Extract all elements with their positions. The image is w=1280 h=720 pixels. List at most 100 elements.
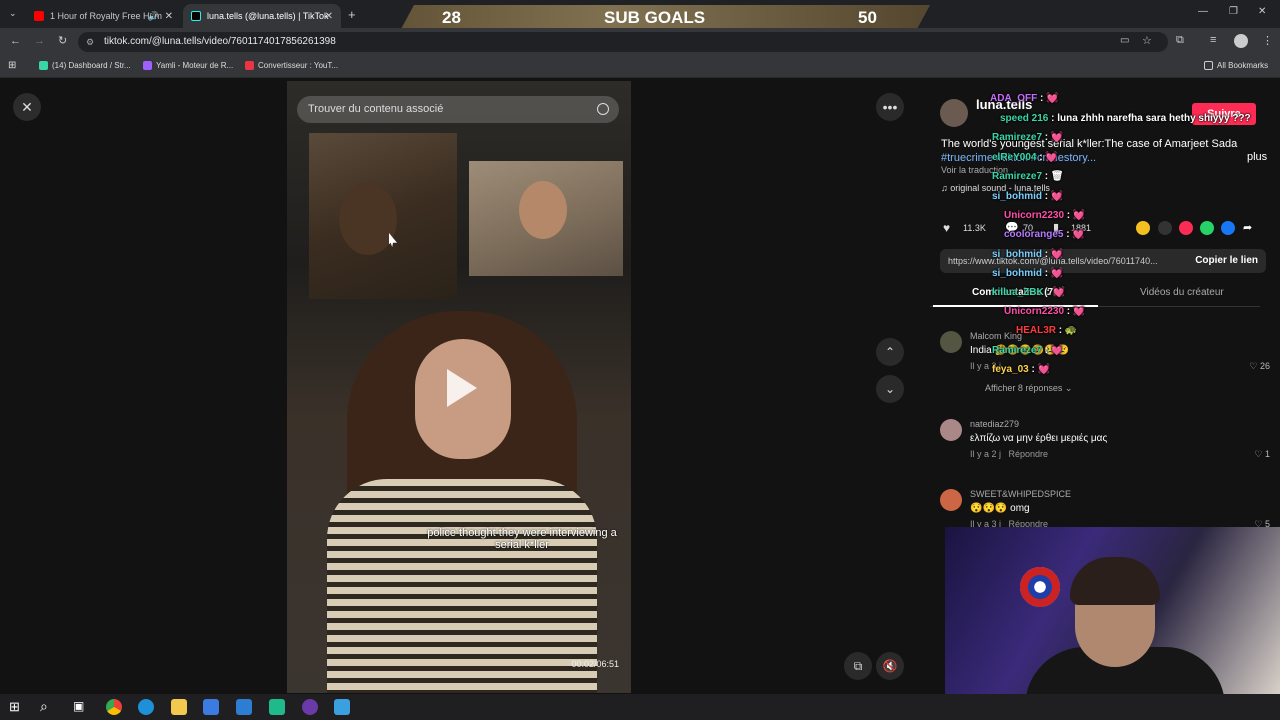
edge-icon[interactable] — [138, 699, 154, 715]
boy-face — [339, 183, 397, 255]
address-bar-row: ← → ↻ ⚙ tiktok.com/@luna.tells/video/760… — [0, 28, 1280, 56]
picture-in-picture-icon[interactable]: ⧉ — [844, 652, 872, 680]
apps-grid-icon[interactable]: ⊞ — [8, 60, 16, 71]
extensions-icon[interactable]: ⧉ — [1176, 34, 1184, 47]
music-note-icon: ♫ — [941, 183, 951, 193]
chat-separator: : — [1042, 345, 1051, 356]
store-icon[interactable] — [203, 699, 219, 715]
comment-user[interactable]: SWEET&WHIPEDSPICE — [970, 489, 1071, 499]
previous-video-icon[interactable]: ⌃ — [876, 338, 904, 366]
avatar[interactable] — [940, 489, 962, 511]
search-icon[interactable] — [597, 103, 609, 115]
task-view-icon[interactable]: ▣ — [73, 699, 84, 713]
avatar[interactable] — [940, 331, 962, 353]
creator-avatar[interactable] — [940, 99, 968, 127]
chat-user: si_bohmid — [992, 191, 1043, 202]
app-icon[interactable] — [334, 699, 350, 715]
comment-user[interactable]: natediaz279 — [970, 419, 1019, 429]
chat-message: ADA_OFF : 💓 — [990, 93, 1059, 104]
windows-start-icon[interactable]: ⊞ — [9, 699, 20, 715]
app-icon[interactable] — [269, 699, 285, 715]
chat-text: 🐢 — [1064, 325, 1078, 336]
minimize-icon[interactable]: — — [1198, 6, 1208, 17]
chat-separator: : — [1064, 210, 1073, 221]
chat-text: 💓 — [1050, 132, 1064, 143]
site-info-icon[interactable]: ⚙ — [86, 32, 94, 52]
chat-user: killua_ZBK — [992, 287, 1044, 298]
chat-text: 💓 — [1045, 152, 1058, 163]
search-icon[interactable]: ⌕ — [40, 698, 48, 715]
chat-user: si_bohmid — [992, 268, 1043, 279]
cast-icon[interactable]: ▭ — [1120, 35, 1129, 46]
chat-message: Unicorn2230 : 💓 — [1004, 306, 1085, 317]
close-tab-icon[interactable]: ✕ — [165, 11, 173, 22]
url-field[interactable]: ⚙ tiktok.com/@luna.tells/video/760117401… — [78, 32, 1168, 52]
related-content-search[interactable]: Trouver du contenu associé — [297, 96, 619, 123]
close-window-icon[interactable]: ✕ — [1258, 6, 1266, 17]
chat-message: Ramireze7 : 💓 — [992, 132, 1063, 143]
menu-icon[interactable]: ⋮ — [1262, 34, 1273, 47]
next-video-icon[interactable]: ⌄ — [876, 375, 904, 403]
chat-user: ADA_OFF — [990, 93, 1038, 104]
heart-icon[interactable]: ♥ — [943, 221, 950, 235]
chat-message: si_bohmid : 💓 — [992, 249, 1063, 260]
mute-icon[interactable]: 🔇 — [876, 652, 904, 680]
reply-link[interactable]: Répondre — [1009, 449, 1049, 459]
all-bookmarks[interactable]: All Bookmarks — [1204, 61, 1268, 70]
comment-likes[interactable]: ♡ 1 — [1254, 449, 1270, 460]
chat-separator: : — [1042, 191, 1051, 202]
bookmark-label: Convertisseur : YouT... — [258, 61, 339, 70]
chat-message: HEAL3R : 🐢 — [1016, 325, 1077, 336]
tab-royalty-free[interactable]: 1 Hour of Royalty Free Hom 🔊 ✕ — [26, 4, 181, 28]
chat-text: 💓 — [1072, 210, 1086, 221]
mail-icon[interactable] — [236, 699, 252, 715]
restore-icon[interactable]: ❐ — [1229, 6, 1238, 17]
more-options-icon[interactable]: ••• — [876, 93, 904, 121]
profile-icon[interactable] — [1234, 34, 1248, 48]
play-icon[interactable] — [447, 369, 477, 407]
convertisseur-icon — [245, 61, 254, 70]
chat-message: Ramireze7 : 💓 — [992, 345, 1063, 356]
bookmark-dashboard[interactable]: (14) Dashboard / Str... — [39, 61, 131, 70]
file-explorer-icon[interactable] — [171, 699, 187, 715]
chat-message: Unicorn2230 : 💓 — [1004, 210, 1085, 221]
back-icon[interactable]: ← — [10, 35, 21, 47]
chat-user: si_bohmid — [992, 249, 1043, 260]
obs-icon[interactable] — [302, 699, 318, 715]
avatar[interactable] — [940, 419, 962, 441]
reload-icon[interactable]: ↻ — [58, 34, 67, 47]
close-tab-icon[interactable]: ✕ — [325, 11, 333, 22]
bookmark-yamli[interactable]: Yamli - Moteur de R... — [143, 61, 233, 70]
bookmark-star-icon[interactable]: ☆ — [1142, 34, 1152, 47]
chat-user: HEAL3R — [1016, 325, 1057, 336]
chat-text: 💓 — [1050, 268, 1064, 279]
chrome-icon[interactable] — [106, 699, 122, 715]
video-time: 00:02/06:51 — [571, 659, 619, 669]
tab-tiktok[interactable]: luna.tells (@luna.tells) | TikTok ✕ — [183, 4, 341, 28]
video-player[interactable]: Trouver du contenu associé police though… — [287, 81, 631, 693]
chat-user: Unicorn2230 — [1004, 210, 1065, 221]
chat-text: 💓 — [1072, 229, 1085, 240]
chat-text: 💓 — [1050, 191, 1064, 202]
all-bookmarks-label: All Bookmarks — [1217, 61, 1269, 70]
chat-separator: : — [1037, 93, 1047, 104]
streamer-hair — [1070, 557, 1160, 605]
show-replies-link[interactable]: Afficher 8 réponses ⌄ — [985, 383, 1072, 394]
tab-list-icon[interactable]: ⌄ — [9, 8, 17, 19]
comment-time: Il y a 2 j — [970, 449, 1002, 459]
chat-message: feya_03 : 💓 — [992, 364, 1050, 375]
folder-icon — [1204, 61, 1213, 70]
chat-message: si_bohmid : 💓 — [992, 191, 1063, 202]
close-video-icon[interactable]: ✕ — [13, 93, 41, 121]
tab-title: 1 Hour of Royalty Free Hom — [50, 11, 163, 21]
chat-text: 💓 — [1037, 364, 1051, 375]
chat-text: 🗑 — [1050, 171, 1064, 182]
video-subtitle: police thought they were interviewing a … — [427, 527, 617, 551]
forward-icon[interactable]: → — [34, 35, 45, 47]
chat-text: luna zhhh narefha sara hethy shiyyy ??? — [1057, 113, 1251, 124]
media-icon[interactable]: ≡ — [1210, 34, 1216, 46]
chat-user: Ramireze7 — [992, 171, 1043, 182]
new-tab-button[interactable]: + — [348, 7, 356, 22]
yamli-icon — [143, 61, 152, 70]
bookmark-convertisseur[interactable]: Convertisseur : YouT... — [245, 61, 338, 70]
